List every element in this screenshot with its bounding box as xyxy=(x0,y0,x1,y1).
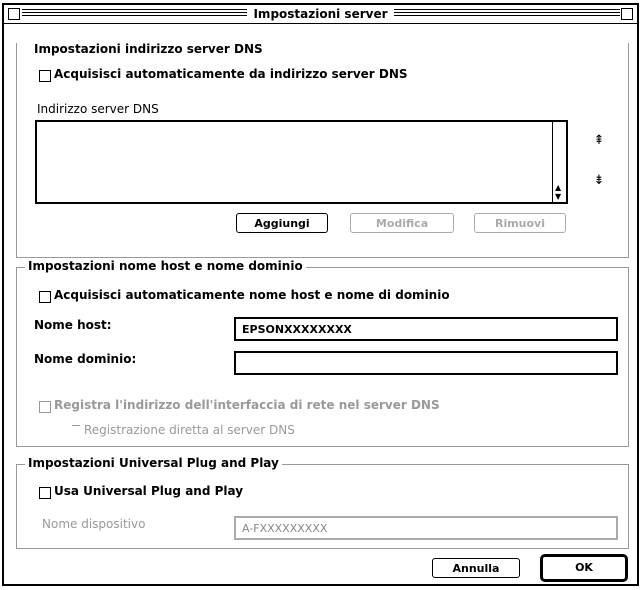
upnp-group-label: Impostazioni Universal Plug and Play xyxy=(25,456,282,470)
zoom-box-icon[interactable] xyxy=(621,8,633,20)
edit-button[interactable]: Modifica xyxy=(350,213,454,233)
scroll-down-arrow-icon[interactable]: ▼ xyxy=(555,193,561,201)
hostname-auto-checkbox-label[interactable]: Acquisisci automaticamente nome host e n… xyxy=(54,288,450,302)
add-button[interactable]: Aggiungi xyxy=(236,213,328,233)
domain-name-input[interactable] xyxy=(234,351,618,375)
host-name-label: Nome host: xyxy=(34,318,112,332)
dns-auto-checkbox-label[interactable]: Acquisisci automaticamente da indirizzo … xyxy=(54,67,408,81)
remove-button[interactable]: Rimuovi xyxy=(474,213,566,233)
window-title: Impostazioni server xyxy=(247,7,394,21)
server-settings-dialog: Impostazioni server Impostazioni indiriz… xyxy=(2,3,639,586)
title-bar[interactable]: Impostazioni server xyxy=(4,5,637,24)
register-dns-label[interactable]: Registra l'indirizzo dell'interfaccia di… xyxy=(54,398,440,412)
device-name-label: Nome dispositivo xyxy=(42,517,146,531)
hostname-auto-checkbox[interactable] xyxy=(39,291,51,303)
register-direct-label[interactable]: Registrazione diretta al server DNS xyxy=(84,423,295,437)
register-direct-checkbox[interactable] xyxy=(72,425,80,428)
move-down-icon[interactable]: ⇟ xyxy=(588,173,610,188)
dns-list-label: Indirizzo server DNS xyxy=(37,102,159,116)
scroll-up-arrow-icon[interactable]: ▲ xyxy=(555,184,561,192)
dns-server-list[interactable]: ▲ ▼ xyxy=(35,120,568,204)
upnp-enable-label[interactable]: Usa Universal Plug and Play xyxy=(54,484,243,498)
ok-button[interactable]: OK xyxy=(546,558,622,578)
cancel-button[interactable]: Annulla xyxy=(432,558,520,578)
dns-auto-checkbox[interactable] xyxy=(39,70,51,82)
hostname-group-label: Impostazioni nome host e nome dominio xyxy=(25,259,306,273)
dns-address-group-label: Impostazioni indirizzo server DNS xyxy=(34,42,263,56)
domain-name-label: Nome dominio: xyxy=(34,352,137,366)
device-name-input[interactable]: A-FXXXXXXXXX xyxy=(234,516,618,540)
upnp-enable-checkbox[interactable] xyxy=(39,487,51,499)
host-name-input[interactable]: EPSONXXXXXXXX xyxy=(234,317,618,341)
move-up-icon[interactable]: ⇞ xyxy=(588,133,610,148)
register-dns-checkbox[interactable] xyxy=(39,401,51,413)
dns-list-scrollbar[interactable]: ▲ ▼ xyxy=(552,122,566,202)
